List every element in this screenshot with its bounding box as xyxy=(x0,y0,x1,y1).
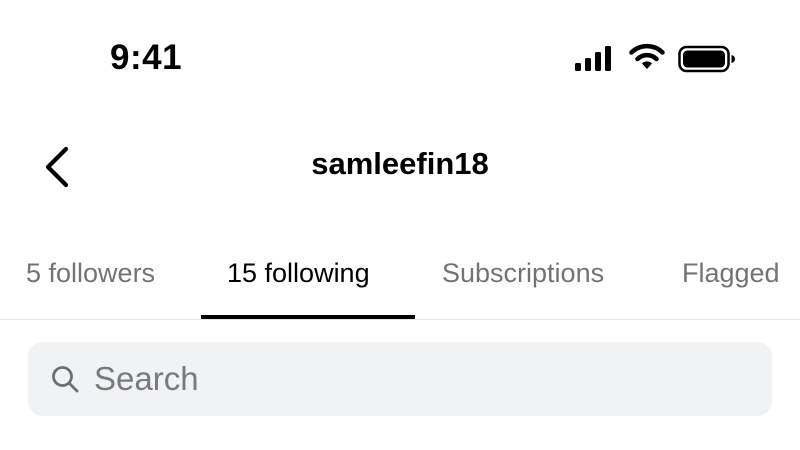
wifi-icon xyxy=(629,43,665,69)
tab-flagged[interactable]: Flagged xyxy=(682,258,780,289)
cellular-signal-icon xyxy=(575,46,611,71)
page-title: samleefin18 xyxy=(311,146,489,181)
battery-icon xyxy=(678,45,735,73)
tab-following[interactable]: 15 following xyxy=(227,258,370,289)
tab-subscriptions[interactable]: Subscriptions xyxy=(442,258,604,289)
search-icon xyxy=(52,366,79,393)
search-input[interactable] xyxy=(94,360,694,398)
nav-bar: samleefin18 xyxy=(0,120,800,210)
search-bar[interactable] xyxy=(28,342,772,416)
tab-bar: 5 followers 15 following Subscriptions F… xyxy=(0,240,800,320)
tab-followers[interactable]: 5 followers xyxy=(26,258,155,289)
active-tab-indicator xyxy=(201,315,415,319)
status-time: 9:41 xyxy=(110,38,183,77)
status-bar: 9:41 xyxy=(0,0,800,120)
